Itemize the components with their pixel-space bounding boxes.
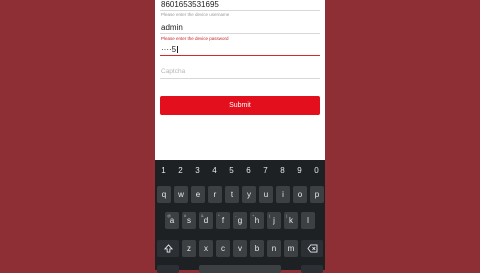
key-u[interactable]: u [259,186,273,203]
enter-key[interactable] [301,265,323,273]
key-9[interactable]: 9 [291,163,308,177]
key-d-alt: & [201,213,204,218]
key-t[interactable]: t [225,186,239,203]
key-m[interactable]: m [284,240,298,257]
key-6[interactable]: 6 [240,163,257,177]
key-4[interactable]: 4 [206,163,223,177]
key-k-alt: ) [286,213,288,218]
key-k-label: k [289,216,293,225]
key-2[interactable]: 2 [172,163,189,177]
key-0[interactable]: 0 [308,163,325,177]
key-o[interactable]: o [293,186,307,203]
key-f-label: f [221,216,225,225]
key-p[interactable]: p [310,186,324,203]
key-5[interactable]: 5 [223,163,240,177]
key-j-alt: ( [269,213,271,218]
on-screen-keyboard: 1 2 3 4 5 6 7 8 9 0 q w e r t y u i o p … [155,160,325,273]
key-s[interactable]: # s [182,212,196,229]
key-l[interactable]: l [301,212,315,229]
key-r[interactable]: r [208,186,222,203]
device-id-field[interactable]: 8601653531695 [160,0,320,11]
key-f[interactable]: * f [216,212,230,229]
key-j-label: j [273,216,275,225]
password-value: ····5 [161,45,177,54]
shift-icon [163,244,173,253]
backspace-key[interactable] [301,240,323,257]
device-id-value: 8601653531695 [161,0,219,9]
key-x[interactable]: x [199,240,213,257]
key-g-label: g [237,216,243,225]
key-d-label: d [203,216,209,225]
space-key[interactable] [199,265,281,273]
captcha-field[interactable]: Captcha [160,66,320,79]
key-l-label: l [307,216,309,225]
captcha-placeholder: Captcha [161,68,186,75]
key-e[interactable]: e [191,186,205,203]
backspace-icon [306,244,317,253]
key-z[interactable]: z [182,240,196,257]
key-q[interactable]: q [157,186,171,203]
key-7[interactable]: 7 [257,163,274,177]
device-id-hint: Please enter the device username [161,12,230,17]
symbols-key[interactable] [157,265,179,273]
key-h[interactable]: + h [250,212,264,229]
key-n[interactable]: n [267,240,281,257]
key-h-label: h [254,216,260,225]
key-g[interactable]: -g [233,212,247,229]
password-error-hint: Please enter the device password [161,36,229,41]
key-v[interactable]: v [233,240,247,257]
username-value: admin [161,23,183,32]
key-3[interactable]: 3 [189,163,206,177]
key-d[interactable]: & d [199,212,213,229]
key-w[interactable]: w [174,186,188,203]
shift-key[interactable] [157,240,179,257]
key-j[interactable]: (j [267,212,281,229]
password-field[interactable]: ····5 [160,43,320,56]
key-k[interactable]: ) k [284,212,298,229]
submit-button[interactable]: Submit [160,96,320,115]
key-s-label: s [187,216,191,225]
key-a-alt: @ [167,213,172,218]
key-h-alt: + [252,213,255,218]
key-y[interactable]: y [242,186,256,203]
key-8[interactable]: 8 [274,163,291,177]
text-caret [177,46,179,54]
username-field[interactable]: admin [160,21,320,34]
key-s-alt: # [184,213,187,218]
key-1[interactable]: 1 [155,163,172,177]
key-i[interactable]: i [276,186,290,203]
key-c[interactable]: c [216,240,230,257]
key-f-alt: * [218,213,220,218]
key-a[interactable]: @ a [165,212,179,229]
key-g-alt: - [235,213,237,218]
key-b[interactable]: b [250,240,264,257]
